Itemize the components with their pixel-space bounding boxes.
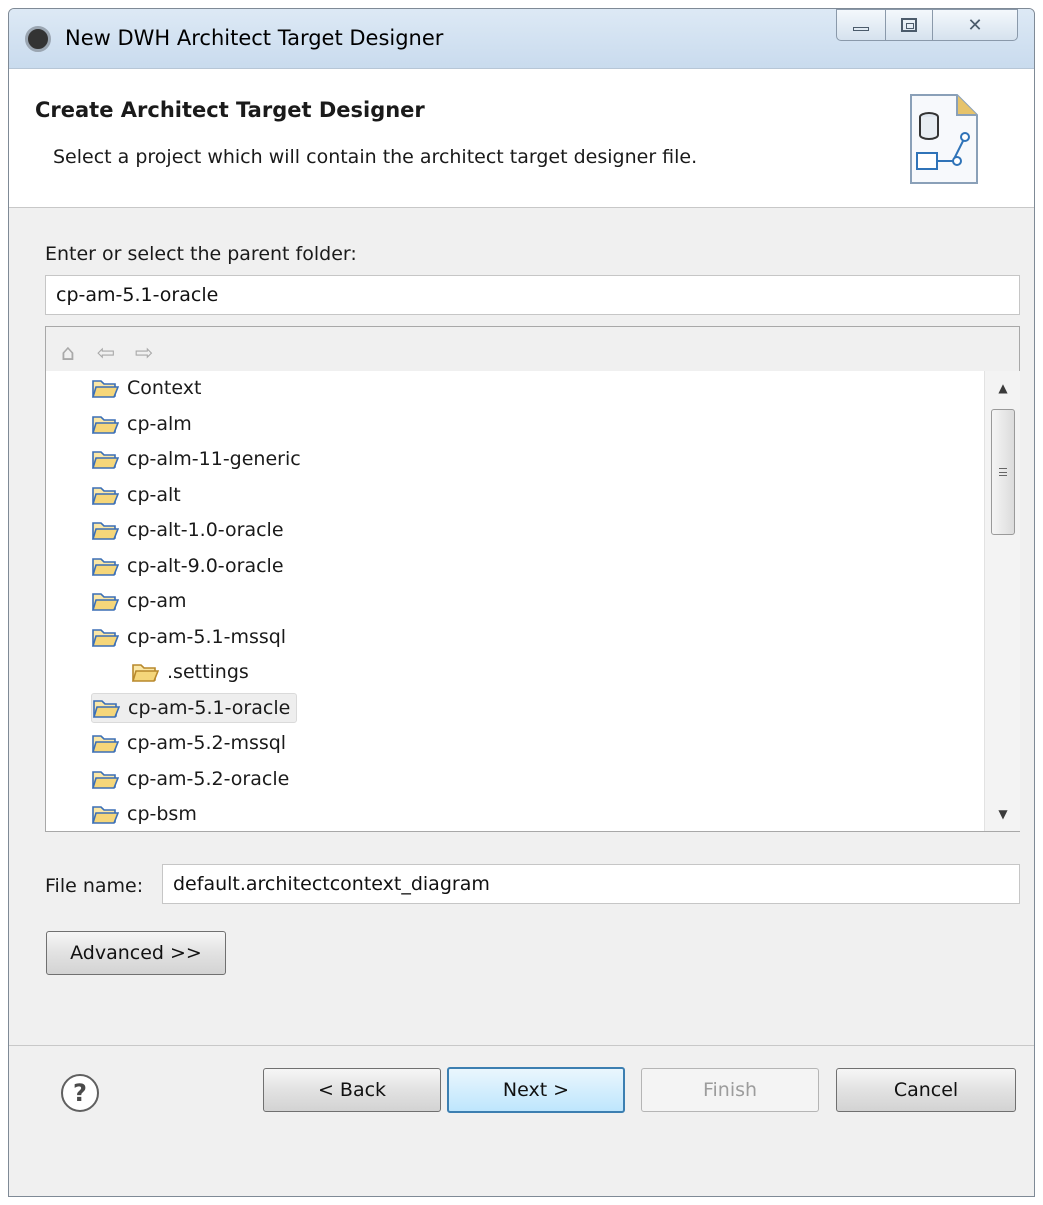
file-name-input[interactable] bbox=[162, 864, 1020, 904]
tree-item-label: cp-alm bbox=[127, 412, 192, 435]
file-name-label: File name: bbox=[45, 875, 144, 897]
folder-icon bbox=[91, 628, 119, 647]
page-title: Create Architect Target Designer bbox=[35, 98, 425, 122]
tree-item-label: cp-alm-11-generic bbox=[127, 448, 301, 470]
tree-item[interactable]: Context bbox=[91, 373, 207, 403]
forward-arrow-icon[interactable]: ⇨ bbox=[132, 342, 156, 366]
wizard-banner-icon bbox=[910, 94, 978, 184]
page-description: Select a project which will contain the … bbox=[53, 146, 698, 168]
tree-item-label: cp-alt-9.0-oracle bbox=[127, 554, 284, 577]
eclipse-icon bbox=[25, 26, 51, 52]
folder-tree: ⌂ ⇦ ⇨ Context cp-alm cp-alm-11-generic cp-a… bbox=[45, 326, 1020, 832]
tree-item[interactable]: cp-am-5.1-mssql bbox=[91, 622, 292, 652]
tree-scrollbar[interactable]: ▲ ▼ bbox=[984, 371, 1020, 831]
next-button[interactable]: Next > bbox=[447, 1067, 625, 1113]
tree-item[interactable]: cp-alt-1.0-oracle bbox=[91, 515, 290, 545]
tree-item[interactable]: cp-am-5.2-oracle bbox=[91, 764, 295, 794]
minimize-icon bbox=[853, 27, 869, 31]
parent-folder-label: Enter or select the parent folder: bbox=[45, 243, 357, 265]
close-button[interactable]: ✕ bbox=[932, 9, 1018, 41]
finish-button[interactable]: Finish bbox=[641, 1068, 819, 1112]
tree-item-label: cp-am-5.1-mssql bbox=[127, 625, 287, 648]
folder-icon bbox=[91, 593, 119, 611]
cancel-button[interactable]: Cancel bbox=[836, 1068, 1016, 1112]
folder-icon bbox=[92, 699, 120, 718]
help-icon[interactable]: ? bbox=[61, 1074, 99, 1112]
title-bar[interactable]: New DWH Architect Target Designer ✕ bbox=[9, 9, 1034, 69]
tree-item[interactable]: cp-am-5.2-mssql bbox=[91, 728, 292, 758]
folder-icon bbox=[91, 451, 119, 469]
close-icon: ✕ bbox=[967, 14, 983, 36]
tree-item[interactable]: cp-alt-9.0-oracle bbox=[91, 551, 290, 581]
grip-icon bbox=[999, 468, 1007, 476]
tree-item-label: cp-am bbox=[127, 590, 187, 612]
tree-item-label: cp-bsm bbox=[127, 803, 197, 825]
tree-item[interactable]: cp-alt bbox=[91, 480, 187, 510]
tree-item-label: .settings bbox=[167, 661, 249, 683]
tree-item-label: cp-am-5.2-mssql bbox=[127, 732, 287, 754]
maximize-icon bbox=[901, 18, 917, 32]
tree-item[interactable]: cp-alm bbox=[91, 409, 198, 439]
tree-toolbar: ⌂ ⇦ ⇨ bbox=[56, 337, 156, 371]
back-arrow-icon[interactable]: ⇦ bbox=[94, 342, 118, 366]
folder-icon bbox=[91, 557, 119, 576]
tree-item-label: Context bbox=[127, 377, 202, 399]
tree-item[interactable]: cp-bsm bbox=[91, 799, 203, 829]
folder-icon bbox=[91, 415, 119, 434]
folder-icon bbox=[91, 380, 119, 398]
tree-item[interactable]: .settings bbox=[131, 657, 255, 687]
tree-item[interactable]: cp-alm-11-generic bbox=[91, 444, 307, 474]
minimize-button[interactable] bbox=[836, 9, 886, 41]
tree-item[interactable]: cp-am-5.1-oracle bbox=[91, 692, 298, 723]
advanced-button[interactable]: Advanced >> bbox=[46, 931, 226, 975]
maximize-button[interactable] bbox=[885, 9, 933, 41]
folder-icon bbox=[91, 770, 119, 789]
folder-icon bbox=[131, 664, 159, 682]
bottom-separator bbox=[9, 1045, 1034, 1046]
folder-icon bbox=[91, 486, 119, 505]
scroll-up-icon[interactable]: ▲ bbox=[985, 373, 1021, 403]
folder-icon bbox=[91, 735, 119, 753]
folder-icon bbox=[91, 806, 119, 824]
dialog-window: New DWH Architect Target Designer ✕ Crea… bbox=[8, 8, 1035, 1197]
folder-icon bbox=[91, 522, 119, 540]
home-icon[interactable]: ⌂ bbox=[56, 342, 80, 366]
wizard-header: Create Architect Target Designer Select … bbox=[9, 69, 1034, 208]
tree-item-label: cp-am-5.1-oracle bbox=[128, 696, 291, 719]
scroll-down-icon[interactable]: ▼ bbox=[985, 799, 1021, 829]
tree-item[interactable]: cp-am bbox=[91, 586, 193, 616]
back-button[interactable]: < Back bbox=[263, 1068, 441, 1112]
tree-item-label: cp-am-5.2-oracle bbox=[127, 767, 290, 790]
window-title: New DWH Architect Target Designer bbox=[65, 26, 444, 50]
tree-list[interactable]: Context cp-alm cp-alm-11-generic cp-alt cp-a… bbox=[46, 371, 984, 831]
tree-item-label: cp-alt bbox=[127, 483, 181, 506]
scroll-thumb[interactable] bbox=[991, 409, 1015, 535]
tree-item-label: cp-alt-1.0-oracle bbox=[127, 519, 284, 541]
parent-folder-input[interactable] bbox=[45, 275, 1020, 315]
